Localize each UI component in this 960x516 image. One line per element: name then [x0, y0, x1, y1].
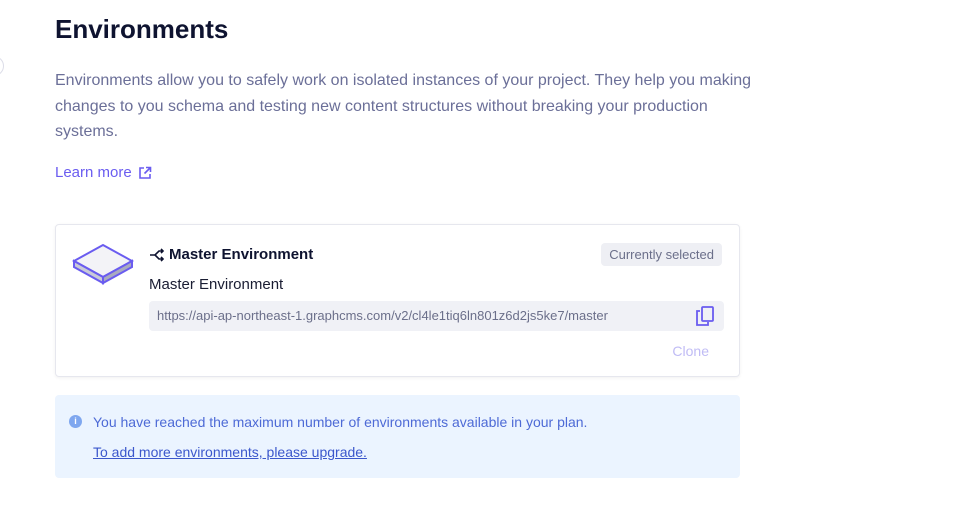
clone-button[interactable]: Clone	[672, 343, 709, 359]
upgrade-link[interactable]: To add more environments, please upgrade…	[93, 444, 367, 460]
environment-url: https://api-ap-northeast-1.graphcms.com/…	[157, 308, 608, 323]
learn-more-label: Learn more	[55, 164, 132, 181]
environment-title: Master Environment	[149, 246, 313, 263]
page-title: Environments	[55, 14, 229, 44]
environment-cube-icon	[72, 243, 134, 285]
environment-card: Master Environment Currently selected Ma…	[55, 224, 740, 377]
environment-name: Master Environment	[149, 276, 284, 293]
branch-icon	[150, 247, 165, 262]
sidebar-toggle[interactable]	[0, 56, 4, 76]
environment-url-field[interactable]: https://api-ap-northeast-1.graphcms.com/…	[149, 301, 724, 331]
info-icon: i	[69, 415, 82, 428]
environment-limit-notice: i You have reached the maximum number of…	[55, 395, 740, 478]
external-link-icon	[138, 166, 152, 179]
learn-more-link[interactable]: Learn more	[55, 164, 152, 181]
notice-message: You have reached the maximum number of e…	[93, 414, 588, 430]
currently-selected-badge: Currently selected	[601, 243, 722, 266]
environment-title-text: Master Environment	[169, 246, 314, 263]
page-description: Environments allow you to safely work on…	[55, 72, 752, 140]
copy-icon[interactable]	[694, 305, 716, 327]
